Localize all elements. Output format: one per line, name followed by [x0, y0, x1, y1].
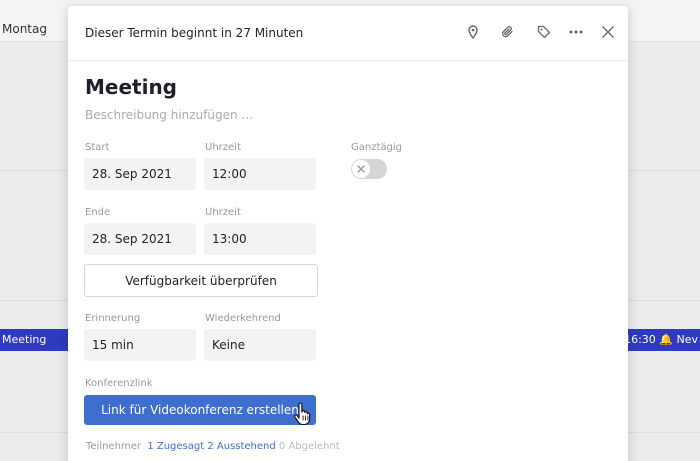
start-time-field[interactable]: 12:00	[204, 158, 316, 190]
event-countdown-text: Dieser Termin beginnt in 27 Minuten	[85, 26, 304, 40]
participants-pending[interactable]: 2 Ausstehend	[207, 441, 275, 452]
close-icon[interactable]	[599, 23, 617, 41]
description-input[interactable]: Beschreibung hinzufügen ...	[85, 108, 253, 122]
end-date-field[interactable]: 28. Sep 2021	[84, 223, 196, 255]
more-icon[interactable]	[567, 23, 585, 41]
reminder-label: Erinnerung	[85, 313, 141, 324]
event-title[interactable]: Meeting	[85, 75, 177, 99]
check-availability-button[interactable]: Verfügbarkeit überprüfen	[84, 264, 318, 297]
day-label: Montag	[2, 22, 47, 36]
tag-icon[interactable]	[535, 23, 553, 41]
start-time-label: Uhrzeit	[205, 142, 241, 153]
recurring-select[interactable]: Keine	[204, 329, 316, 361]
dialog-header: Dieser Termin beginnt in 27 Minuten	[68, 6, 628, 61]
calendar-event-title: Meeting	[2, 333, 47, 346]
recurring-label: Wiederkehrend	[205, 313, 281, 324]
participants-accepted[interactable]: 1 Zugesagt	[147, 441, 204, 452]
participants-declined[interactable]: 0 Abgelehnt	[279, 441, 340, 452]
hand-cursor-icon	[294, 402, 311, 426]
end-time-label: Uhrzeit	[205, 207, 241, 218]
start-date-field[interactable]: 28. Sep 2021	[84, 158, 196, 190]
participants-label: Teilnehmer	[86, 441, 141, 452]
start-label: Start	[85, 142, 110, 153]
paperclip-icon[interactable]	[499, 23, 517, 41]
create-video-link-button[interactable]: Link für Videokonferenz erstellen	[84, 395, 316, 425]
end-label: Ende	[85, 207, 111, 218]
toggle-knob	[352, 160, 370, 178]
toggle-x-icon	[357, 165, 365, 173]
allday-label: Ganztägig	[351, 142, 402, 153]
allday-toggle[interactable]	[351, 159, 387, 179]
participants-summary: Teilnehmer 1 Zugesagt 2 Ausstehend 0 Abg…	[86, 441, 340, 452]
reminder-select[interactable]: 15 min	[84, 329, 196, 361]
event-dialog: Dieser Termin beginnt in 27 Minuten Meet…	[68, 6, 628, 461]
end-time-field[interactable]: 13:00	[204, 223, 316, 255]
location-pin-icon[interactable]	[464, 23, 482, 41]
conference-label: Konferenzlink	[85, 378, 153, 389]
